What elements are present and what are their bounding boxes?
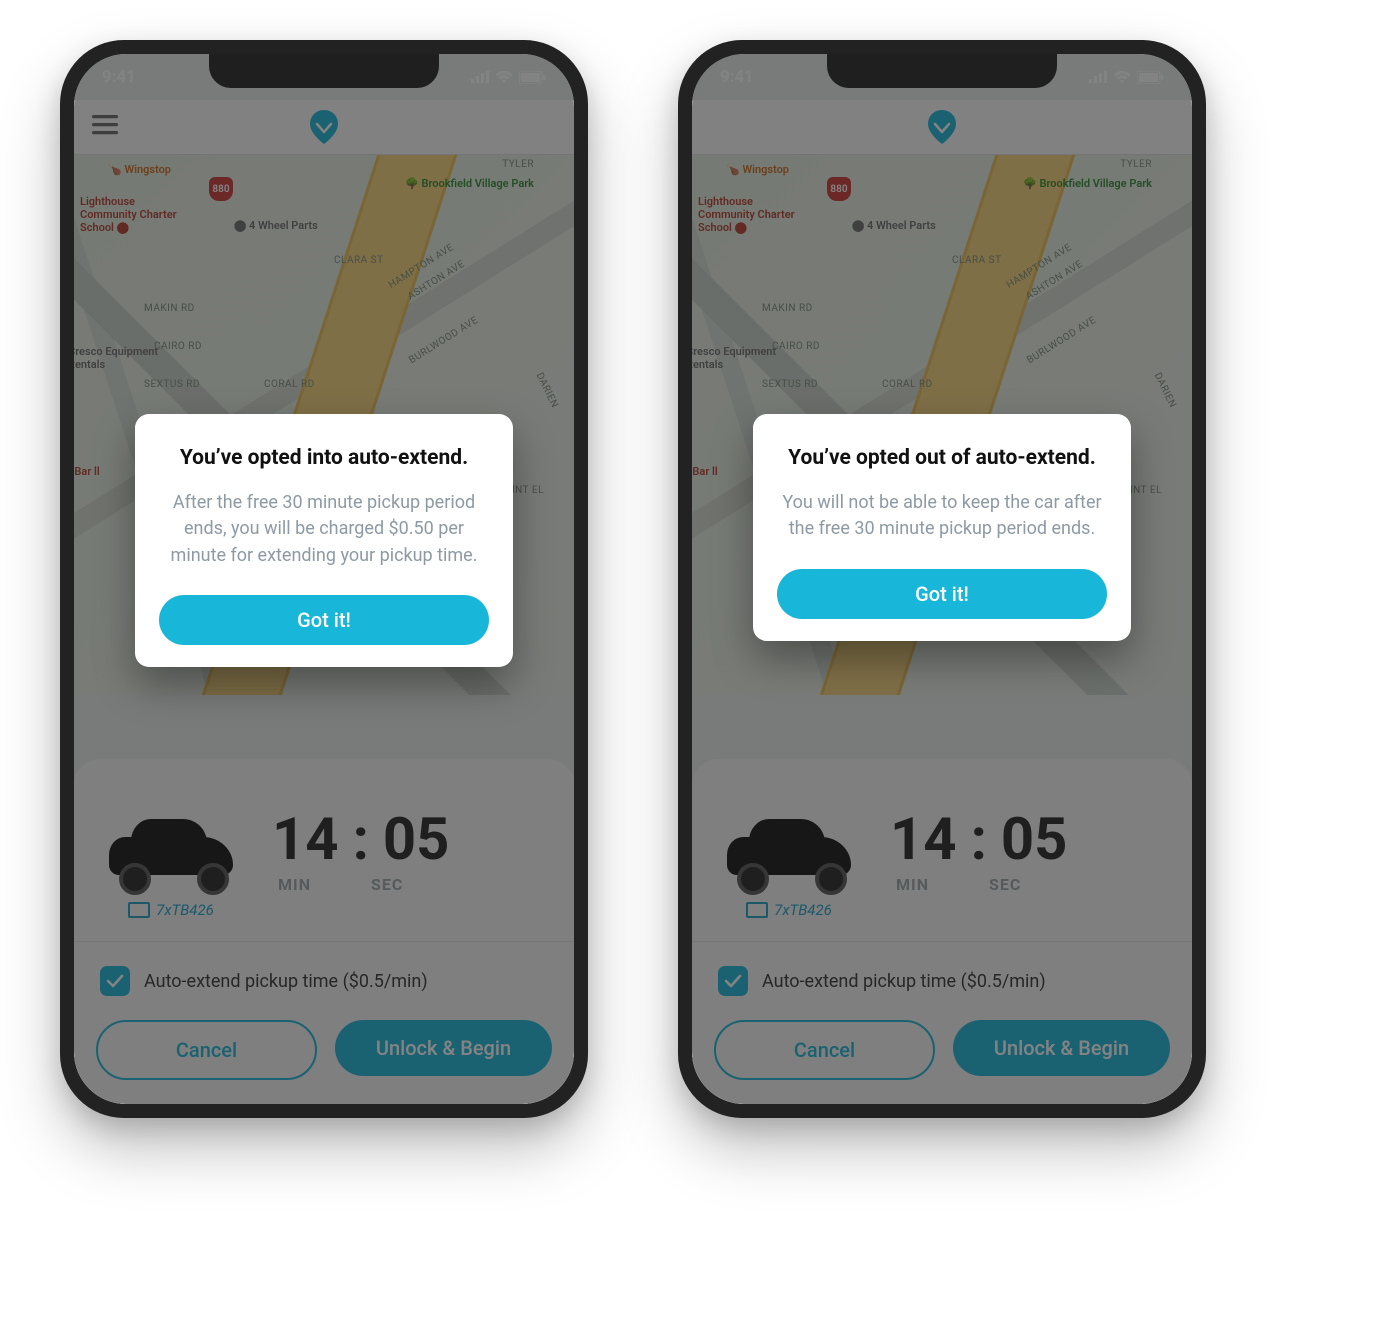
got-it-button[interactable]: Got it!: [777, 569, 1107, 619]
dialog-body: You will not be able to keep the car aft…: [777, 490, 1107, 542]
dialog-body: After the free 30 minute pickup period e…: [159, 490, 489, 568]
dialog-title: You’ve opted into auto-extend.: [159, 444, 489, 472]
got-it-button[interactable]: Got it!: [159, 595, 489, 645]
screen: 9:41: [692, 54, 1192, 1104]
phone-frame-right: 9:41: [678, 40, 1206, 1118]
phone-frame-left: 9:41: [60, 40, 588, 1118]
dialog-title: You’ve opted out of auto-extend.: [777, 444, 1107, 472]
auto-extend-opt-in-dialog: You’ve opted into auto-extend. After the…: [135, 414, 513, 667]
auto-extend-opt-out-dialog: You’ve opted out of auto-extend. You wil…: [753, 414, 1131, 641]
phone-mockups-row: 9:41: [0, 0, 1389, 1158]
screen: 9:41: [74, 54, 574, 1104]
